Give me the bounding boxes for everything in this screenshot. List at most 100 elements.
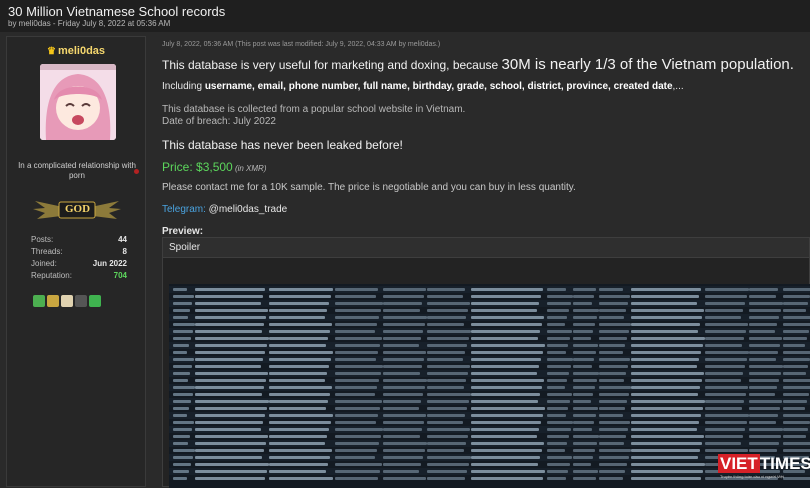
table-cell xyxy=(471,435,537,438)
table-cell xyxy=(269,316,325,319)
stat-threads: Threads: 8 xyxy=(31,247,127,259)
table-cell xyxy=(705,358,747,361)
table-cell xyxy=(599,414,623,417)
table-cell xyxy=(173,421,194,424)
table-cell xyxy=(705,288,749,291)
table-cell xyxy=(599,288,623,291)
table-cell xyxy=(269,435,327,438)
table-row xyxy=(169,454,810,461)
post-date: July 8, 2022, 05:36 AM (This post was la… xyxy=(162,41,441,48)
award-icon[interactable] xyxy=(47,295,59,307)
post-line-intro: This database is very useful for marketi… xyxy=(162,56,794,73)
table-row xyxy=(169,300,810,307)
table-row xyxy=(169,293,810,300)
table-cell xyxy=(269,302,329,305)
table-cell xyxy=(599,344,625,347)
table-cell xyxy=(599,386,631,389)
table-cell xyxy=(631,323,700,326)
table-cell xyxy=(195,302,261,305)
table-cell xyxy=(749,316,779,319)
table-cell xyxy=(547,470,568,473)
table-cell xyxy=(749,414,778,417)
table-cell xyxy=(427,379,466,382)
table-cell xyxy=(269,421,331,424)
table-cell xyxy=(547,393,572,396)
table-cell xyxy=(547,463,570,466)
table-cell xyxy=(383,470,419,473)
spoiler-box: Spoiler xyxy=(162,237,810,488)
table-cell xyxy=(195,407,267,410)
sidebar-username[interactable]: ♛ meli0das xyxy=(7,45,145,57)
table-cell xyxy=(547,316,567,319)
table-cell xyxy=(427,407,467,410)
table-cell xyxy=(269,330,330,333)
award-icon[interactable] xyxy=(89,295,101,307)
table-cell xyxy=(383,449,425,452)
meta-date: - Friday July 8, 2022 at 05:36 AM xyxy=(50,19,171,28)
table-cell xyxy=(269,414,333,417)
anime-avatar-icon xyxy=(40,64,116,140)
stat-value[interactable]: 44 xyxy=(118,235,127,244)
table-cell xyxy=(427,358,463,361)
table-cell xyxy=(195,323,264,326)
table-cell xyxy=(547,330,572,333)
table-cell xyxy=(573,379,597,382)
award-icon[interactable] xyxy=(75,295,87,307)
table-cell xyxy=(173,414,187,417)
table-cell xyxy=(749,295,776,298)
table-cell xyxy=(705,309,743,312)
table-cell xyxy=(705,421,747,424)
table-cell xyxy=(631,309,704,312)
telegram-line: Telegram: @meli0das_trade xyxy=(162,204,287,215)
table-cell xyxy=(173,288,187,291)
stat-value[interactable]: 704 xyxy=(114,271,127,280)
table-cell xyxy=(631,428,697,431)
table-cell xyxy=(269,442,325,445)
table-cell xyxy=(631,400,705,403)
table-cell xyxy=(783,351,810,354)
table-cell xyxy=(599,470,625,473)
table-cell xyxy=(471,316,544,319)
table-cell xyxy=(631,449,700,452)
table-cell xyxy=(599,302,628,305)
table-cell xyxy=(749,288,778,291)
table-cell xyxy=(471,470,545,473)
table-cell xyxy=(783,407,805,410)
table-cell xyxy=(749,428,783,431)
table-cell xyxy=(783,372,806,375)
table-cell xyxy=(705,442,741,445)
table-cell xyxy=(749,344,780,347)
table-cell xyxy=(383,435,420,438)
award-icon[interactable] xyxy=(33,295,45,307)
table-row xyxy=(169,405,810,412)
table-cell xyxy=(547,295,573,298)
author-link[interactable]: meli0das xyxy=(19,19,51,28)
rank-label: GOD xyxy=(65,203,91,215)
table-cell xyxy=(269,323,332,326)
table-cell xyxy=(573,323,595,326)
table-cell xyxy=(269,470,326,473)
award-icon[interactable] xyxy=(61,295,73,307)
telegram-link[interactable]: Telegram: xyxy=(162,204,206,215)
price-value: $3,500 xyxy=(196,160,233,174)
table-cell xyxy=(383,351,426,354)
stat-value: Jun 2022 xyxy=(92,259,127,268)
stat-value[interactable]: 8 xyxy=(123,247,127,256)
thread-title[interactable]: 30 Million Vietnamese School records xyxy=(8,4,225,19)
thread-header: 30 Million Vietnamese School records by … xyxy=(0,0,810,32)
table-cell xyxy=(599,379,624,382)
table-cell xyxy=(547,309,569,312)
table-cell xyxy=(383,309,420,312)
table-cell xyxy=(195,463,269,466)
spoiler-toggle-button[interactable]: Spoiler xyxy=(163,238,809,258)
table-cell xyxy=(749,407,780,410)
table-cell xyxy=(783,428,808,431)
table-cell xyxy=(631,330,698,333)
table-cell xyxy=(783,393,809,396)
table-cell xyxy=(427,463,469,466)
crown-icon: ♛ xyxy=(46,46,56,57)
table-cell xyxy=(269,337,328,340)
avatar[interactable] xyxy=(40,64,116,140)
table-cell xyxy=(749,358,776,361)
table-cell xyxy=(173,351,187,354)
